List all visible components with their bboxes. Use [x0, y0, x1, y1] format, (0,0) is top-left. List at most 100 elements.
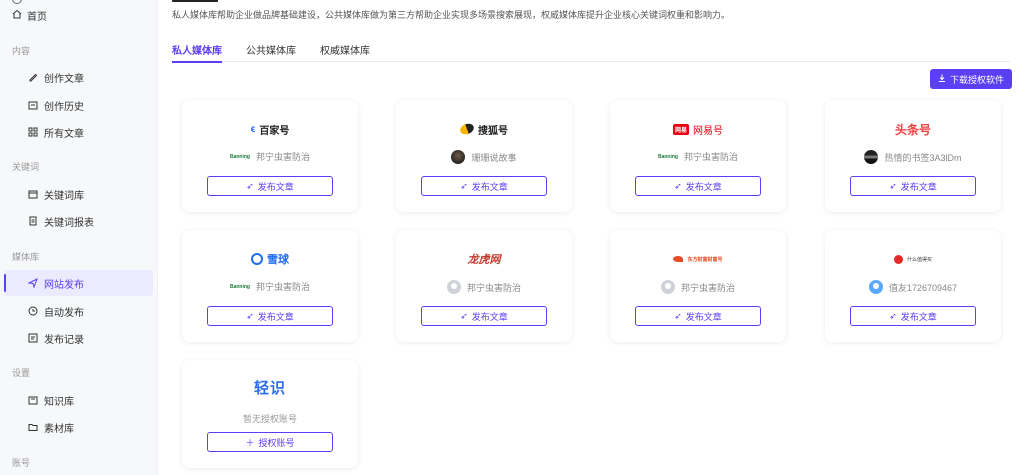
section-account: 账号 — [12, 458, 31, 468]
page-title — [172, 0, 218, 2]
authorize-account-button[interactable]: ＋授权账号 — [207, 432, 333, 452]
account-info: 邦宁虫害防治 — [396, 280, 572, 294]
sidebar-item-create-history[interactable]: 创作历史 — [0, 92, 153, 118]
history-icon — [28, 100, 38, 110]
media-card-xueqiu: 雪球 Banning 邦宁虫害防治 ➶ 发布文章 — [182, 230, 358, 342]
publish-article-button[interactable]: ➶ 发布文章 — [421, 176, 547, 196]
download-button-label: 下载授权软件 — [949, 74, 1004, 85]
send-icon: ➶ — [889, 310, 897, 321]
media-card-smzdm: 什么值得买 值友1726709467 ➶ 发布文章 — [825, 230, 1001, 342]
sidebar-item-site-publish[interactable]: 网站发布 — [4, 270, 153, 296]
account-info: Banning 邦宁虫害防治 — [229, 152, 310, 162]
send-icon: ➶ — [889, 180, 897, 191]
log-icon — [28, 333, 38, 343]
book-icon — [28, 395, 38, 405]
sidebar-item-label: 创作历史 — [44, 101, 84, 113]
longhu-logo: 龙虎网 — [467, 253, 501, 266]
publish-article-button[interactable]: ➶ 发布文章 — [207, 306, 333, 326]
media-card-sohu: 搜狐号 珊珊说故事 ➶ 发布文章 — [396, 100, 572, 212]
section-media: 媒体库 — [12, 252, 40, 262]
smzdm-logo: 什么值得买 — [825, 252, 1001, 266]
send-icon: ➶ — [674, 180, 682, 191]
home-icon — [12, 9, 22, 22]
qingshi-logo: 轻识 — [253, 379, 286, 397]
library-icon — [28, 189, 38, 199]
sidebar-item-label: 素材库 — [44, 423, 74, 435]
section-keywords: 关键词 — [12, 162, 40, 172]
no-account-text: 暂无授权账号 — [242, 414, 297, 424]
publish-article-button[interactable]: ➶ 发布文章 — [635, 306, 761, 326]
account-info: Banning 邦宁虫害防治 — [657, 152, 738, 162]
sidebar-item-all-articles[interactable]: 所有文章 — [0, 119, 153, 145]
sidebar-item-keyword-report[interactable]: 关键词报表 — [0, 208, 153, 234]
avatar — [660, 280, 675, 294]
report-icon — [28, 216, 38, 226]
user-icon[interactable] — [12, 0, 22, 4]
pen-icon — [28, 72, 38, 82]
sidebar-item-label: 关键词库 — [44, 190, 84, 202]
main-content: 私人媒体库帮助企业做品牌基础建设，公共媒体库做为第三方帮助企业实现多场景搜索展现… — [158, 0, 1024, 475]
media-card-toutiao: 头条号 热情的书签3A3lDm ➶ 发布文章 — [825, 100, 1001, 212]
media-card-163: 网易 网易号 Banning 邦宁虫害防治 ➶ 发布文章 — [610, 100, 786, 212]
sidebar-item-label: 网站发布 — [44, 279, 84, 291]
sidebar-item-label: 创作文章 — [44, 73, 84, 85]
sidebar-item-knowledge-base[interactable]: 知识库 — [0, 387, 153, 413]
media-card-eastmoney: 东方财富财富号 邦宁虫害防治 ➶ 发布文章 — [610, 230, 786, 342]
account-info: 值友1726709467 — [825, 280, 1001, 294]
sidebar-item-create-article[interactable]: 创作文章 — [0, 64, 153, 90]
grid-icon — [28, 127, 38, 137]
toutiao-logo: 头条号 — [894, 122, 931, 137]
avatar — [868, 280, 883, 294]
media-card-qingshi: 轻识 暂无授权账号 ＋授权账号 — [182, 360, 358, 468]
folder-icon — [28, 422, 38, 432]
sidebar-item-label: 关键词报表 — [44, 217, 94, 229]
media-card-baijiahao: ϵ 百家号 Banning 邦宁虫害防治 ➶ 发布文章 — [182, 100, 358, 212]
plus-icon: ＋ — [245, 437, 255, 448]
sidebar-item-label: 首页 — [27, 12, 47, 23]
account-info: 邦宁虫害防治 — [610, 280, 786, 294]
send-icon: ➶ — [460, 310, 468, 321]
download-icon — [938, 74, 946, 84]
sidebar: 首页 内容 创作文章 创作历史 所有文章 关键词 关键词库 关键词报表 媒体库 … — [0, 0, 158, 475]
avatar — [451, 150, 466, 164]
send-icon: ➶ — [246, 310, 254, 321]
eastmoney-logo: 东方财富财富号 — [610, 252, 786, 266]
tab-public-media[interactable]: 公共媒体库 — [246, 42, 296, 62]
publish-article-button[interactable]: ➶ 发布文章 — [850, 176, 976, 196]
page-description: 私人媒体库帮助企业做品牌基础建设，公共媒体库做为第三方帮助企业实现多场景搜索展现… — [172, 10, 731, 20]
publish-article-button[interactable]: ➶ 发布文章 — [421, 306, 547, 326]
send-icon: ➶ — [460, 180, 468, 191]
sidebar-item-label: 发布记录 — [44, 334, 84, 346]
download-software-button[interactable]: 下载授权软件 — [930, 69, 1012, 89]
account-info: 珊珊说故事 — [396, 150, 572, 164]
sidebar-item-publish-log[interactable]: 发布记录 — [0, 325, 153, 351]
netease-logo: 网易 网易号 — [672, 123, 723, 137]
publish-article-button[interactable]: ➶ 发布文章 — [850, 306, 976, 326]
section-content: 内容 — [12, 46, 31, 56]
sidebar-item-label: 知识库 — [44, 396, 74, 408]
sidebar-item-auto-publish[interactable]: 自动发布 — [0, 298, 153, 324]
avatar — [864, 150, 879, 164]
media-card-longhu: 龙虎网 邦宁虫害防治 ➶ 发布文章 — [396, 230, 572, 342]
sohu-logo: 搜狐号 — [396, 121, 572, 137]
account-info: 热情的书签3A3lDm — [825, 150, 1001, 164]
publish-article-button[interactable]: ➶ 发布文章 — [635, 176, 761, 196]
clock-icon — [28, 306, 38, 316]
section-settings: 设置 — [12, 368, 31, 378]
send-icon: ➶ — [246, 180, 254, 191]
send-icon: ➶ — [674, 310, 682, 321]
avatar — [446, 280, 461, 294]
sidebar-item-keyword-lib[interactable]: 关键词库 — [0, 181, 153, 207]
publish-article-button[interactable]: ➶ 发布文章 — [207, 176, 333, 196]
xueqiu-logo: 雪球 — [182, 252, 358, 266]
sidebar-item-label: 自动发布 — [44, 307, 84, 319]
sidebar-item-home[interactable]: 首页 — [12, 8, 47, 23]
tab-authority-media[interactable]: 权威媒体库 — [320, 42, 370, 62]
send-icon — [28, 278, 38, 288]
sidebar-item-label: 所有文章 — [44, 128, 84, 140]
account-info: Banning 邦宁虫害防治 — [229, 282, 310, 292]
baijiahao-logo: ϵ 百家号 — [250, 123, 290, 137]
tab-bar: 私人媒体库 公共媒体库 权威媒体库 — [172, 42, 1010, 63]
tab-private-media[interactable]: 私人媒体库 — [172, 42, 222, 63]
sidebar-item-asset-lib[interactable]: 素材库 — [0, 414, 153, 440]
